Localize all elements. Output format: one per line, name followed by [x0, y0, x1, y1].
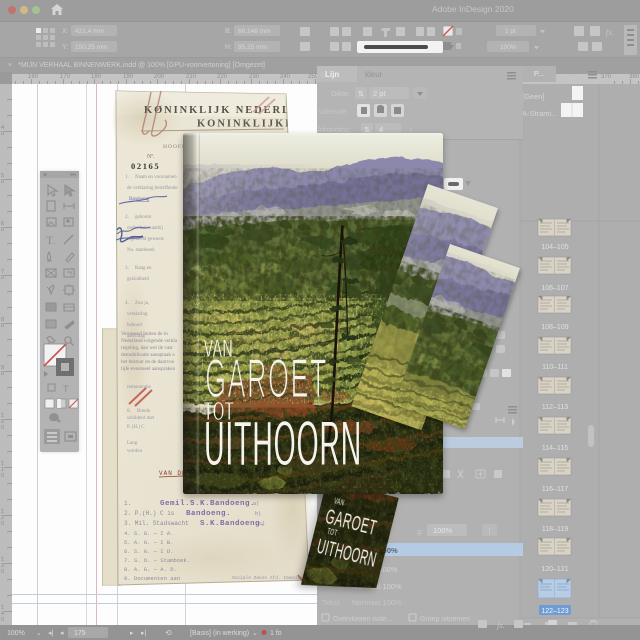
svg-text:UITHOORN: UITHOORN	[204, 410, 362, 480]
svg-text:UITHOORN: UITHOORN	[315, 534, 379, 572]
svg-text:Groep uitnemen: Groep uitnemen	[420, 616, 470, 623]
svg-text:Overvloeien isole...: Overvloeien isole...	[333, 616, 393, 623]
svg-text:Tekst: Tekst	[322, 598, 340, 607]
svg-text:100%: 100%	[433, 526, 453, 535]
svg-text:⋮: ⋮	[486, 528, 493, 535]
svg-text:fx.: fx.	[497, 621, 505, 630]
svg-text:g:: g:	[417, 527, 423, 536]
